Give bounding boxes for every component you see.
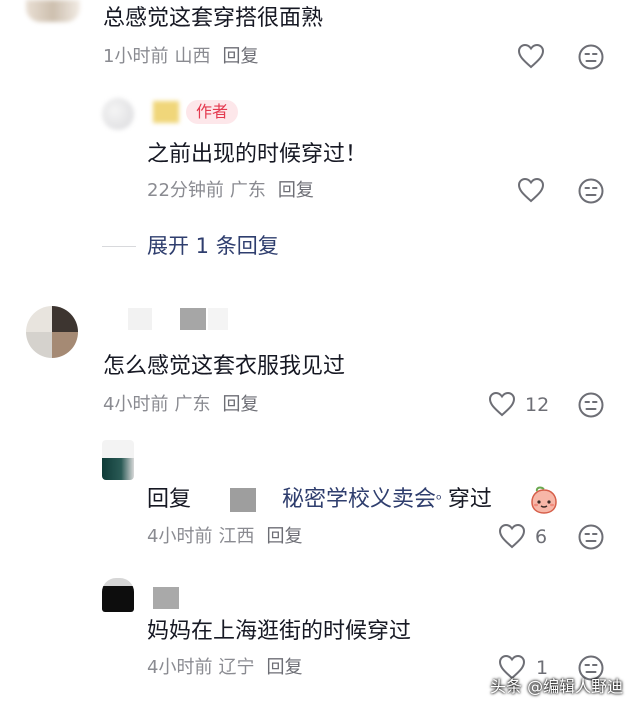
comment-text: 穿过 <box>447 487 492 512</box>
reply-button[interactable]: 回复 <box>266 657 302 678</box>
neutral-face-icon[interactable] <box>577 391 605 419</box>
author-tag: 作者 <box>186 100 239 124</box>
heart-outline-icon[interactable] <box>488 391 516 417</box>
neutral-face-icon[interactable] <box>577 177 605 205</box>
watermark: 头条 @编辑人野迪 <box>490 677 624 696</box>
comment-text: 妈妈在上海逛街的时候穿过 <box>147 619 412 644</box>
comment-text: 怎么感觉这套衣服我见过 <box>103 354 346 379</box>
avatar[interactable] <box>102 98 134 130</box>
comment-meta: 1小时前 山西 回复 <box>103 45 258 69</box>
comment-time: 4小时前 <box>147 657 213 678</box>
neutral-face-icon[interactable] <box>577 523 605 551</box>
comment-location: 辽宁 <box>218 657 255 678</box>
avatar[interactable] <box>26 306 78 358</box>
comment-location: 山西 <box>174 46 211 67</box>
mention-link[interactable]: 秘密学校义卖会 <box>282 487 436 512</box>
comment-line: 秘密学校义卖会ᵒ 穿过 <box>282 486 492 514</box>
comment-location: 江西 <box>218 526 255 547</box>
like-count: 12 <box>525 394 550 416</box>
comment-text: 之前出现的时候穿过！ <box>147 142 368 167</box>
expand-replies-button[interactable]: 展开 1 条回复 <box>147 232 279 260</box>
avatar[interactable] <box>102 440 134 480</box>
comment-text: 总感觉这套穿搭很面熟 <box>103 6 324 31</box>
comment-location: 广东 <box>229 180 266 201</box>
expand-divider <box>102 246 136 247</box>
reply-button[interactable]: 回复 <box>266 526 302 547</box>
comment-time: 4小时前 <box>147 526 213 547</box>
comment-time: 22分钟前 <box>147 180 224 201</box>
comment-meta: 4小时前 江西 回复 <box>147 525 302 549</box>
comment-meta: 22分钟前 广东 回复 <box>147 179 314 203</box>
comment-time: 4小时前 <box>103 394 169 415</box>
reply-button[interactable]: 回复 <box>222 46 258 67</box>
mentioned-user-avatar <box>230 488 256 512</box>
peach-face-emoji <box>529 485 559 519</box>
like-count: 6 <box>535 526 548 548</box>
username[interactable] <box>153 101 179 123</box>
comment-meta: 4小时前 辽宁 回复 <box>147 656 302 680</box>
heart-outline-icon[interactable] <box>517 43 545 69</box>
mention-suffix: ᵒ <box>436 492 442 508</box>
avatar[interactable] <box>102 578 134 612</box>
username[interactable] <box>153 587 179 609</box>
comment-time: 1小时前 <box>103 46 169 67</box>
username[interactable] <box>128 306 228 332</box>
neutral-face-icon[interactable] <box>577 43 605 71</box>
heart-outline-icon[interactable] <box>517 177 545 203</box>
reply-button[interactable]: 回复 <box>222 394 258 415</box>
reply-prefix: 回复 <box>147 487 192 512</box>
avatar[interactable] <box>26 0 80 22</box>
heart-outline-icon[interactable] <box>498 523 526 549</box>
comment-meta: 4小时前 广东 回复 <box>103 393 258 417</box>
comment-location: 广东 <box>174 394 211 415</box>
reply-button[interactable]: 回复 <box>278 180 314 201</box>
